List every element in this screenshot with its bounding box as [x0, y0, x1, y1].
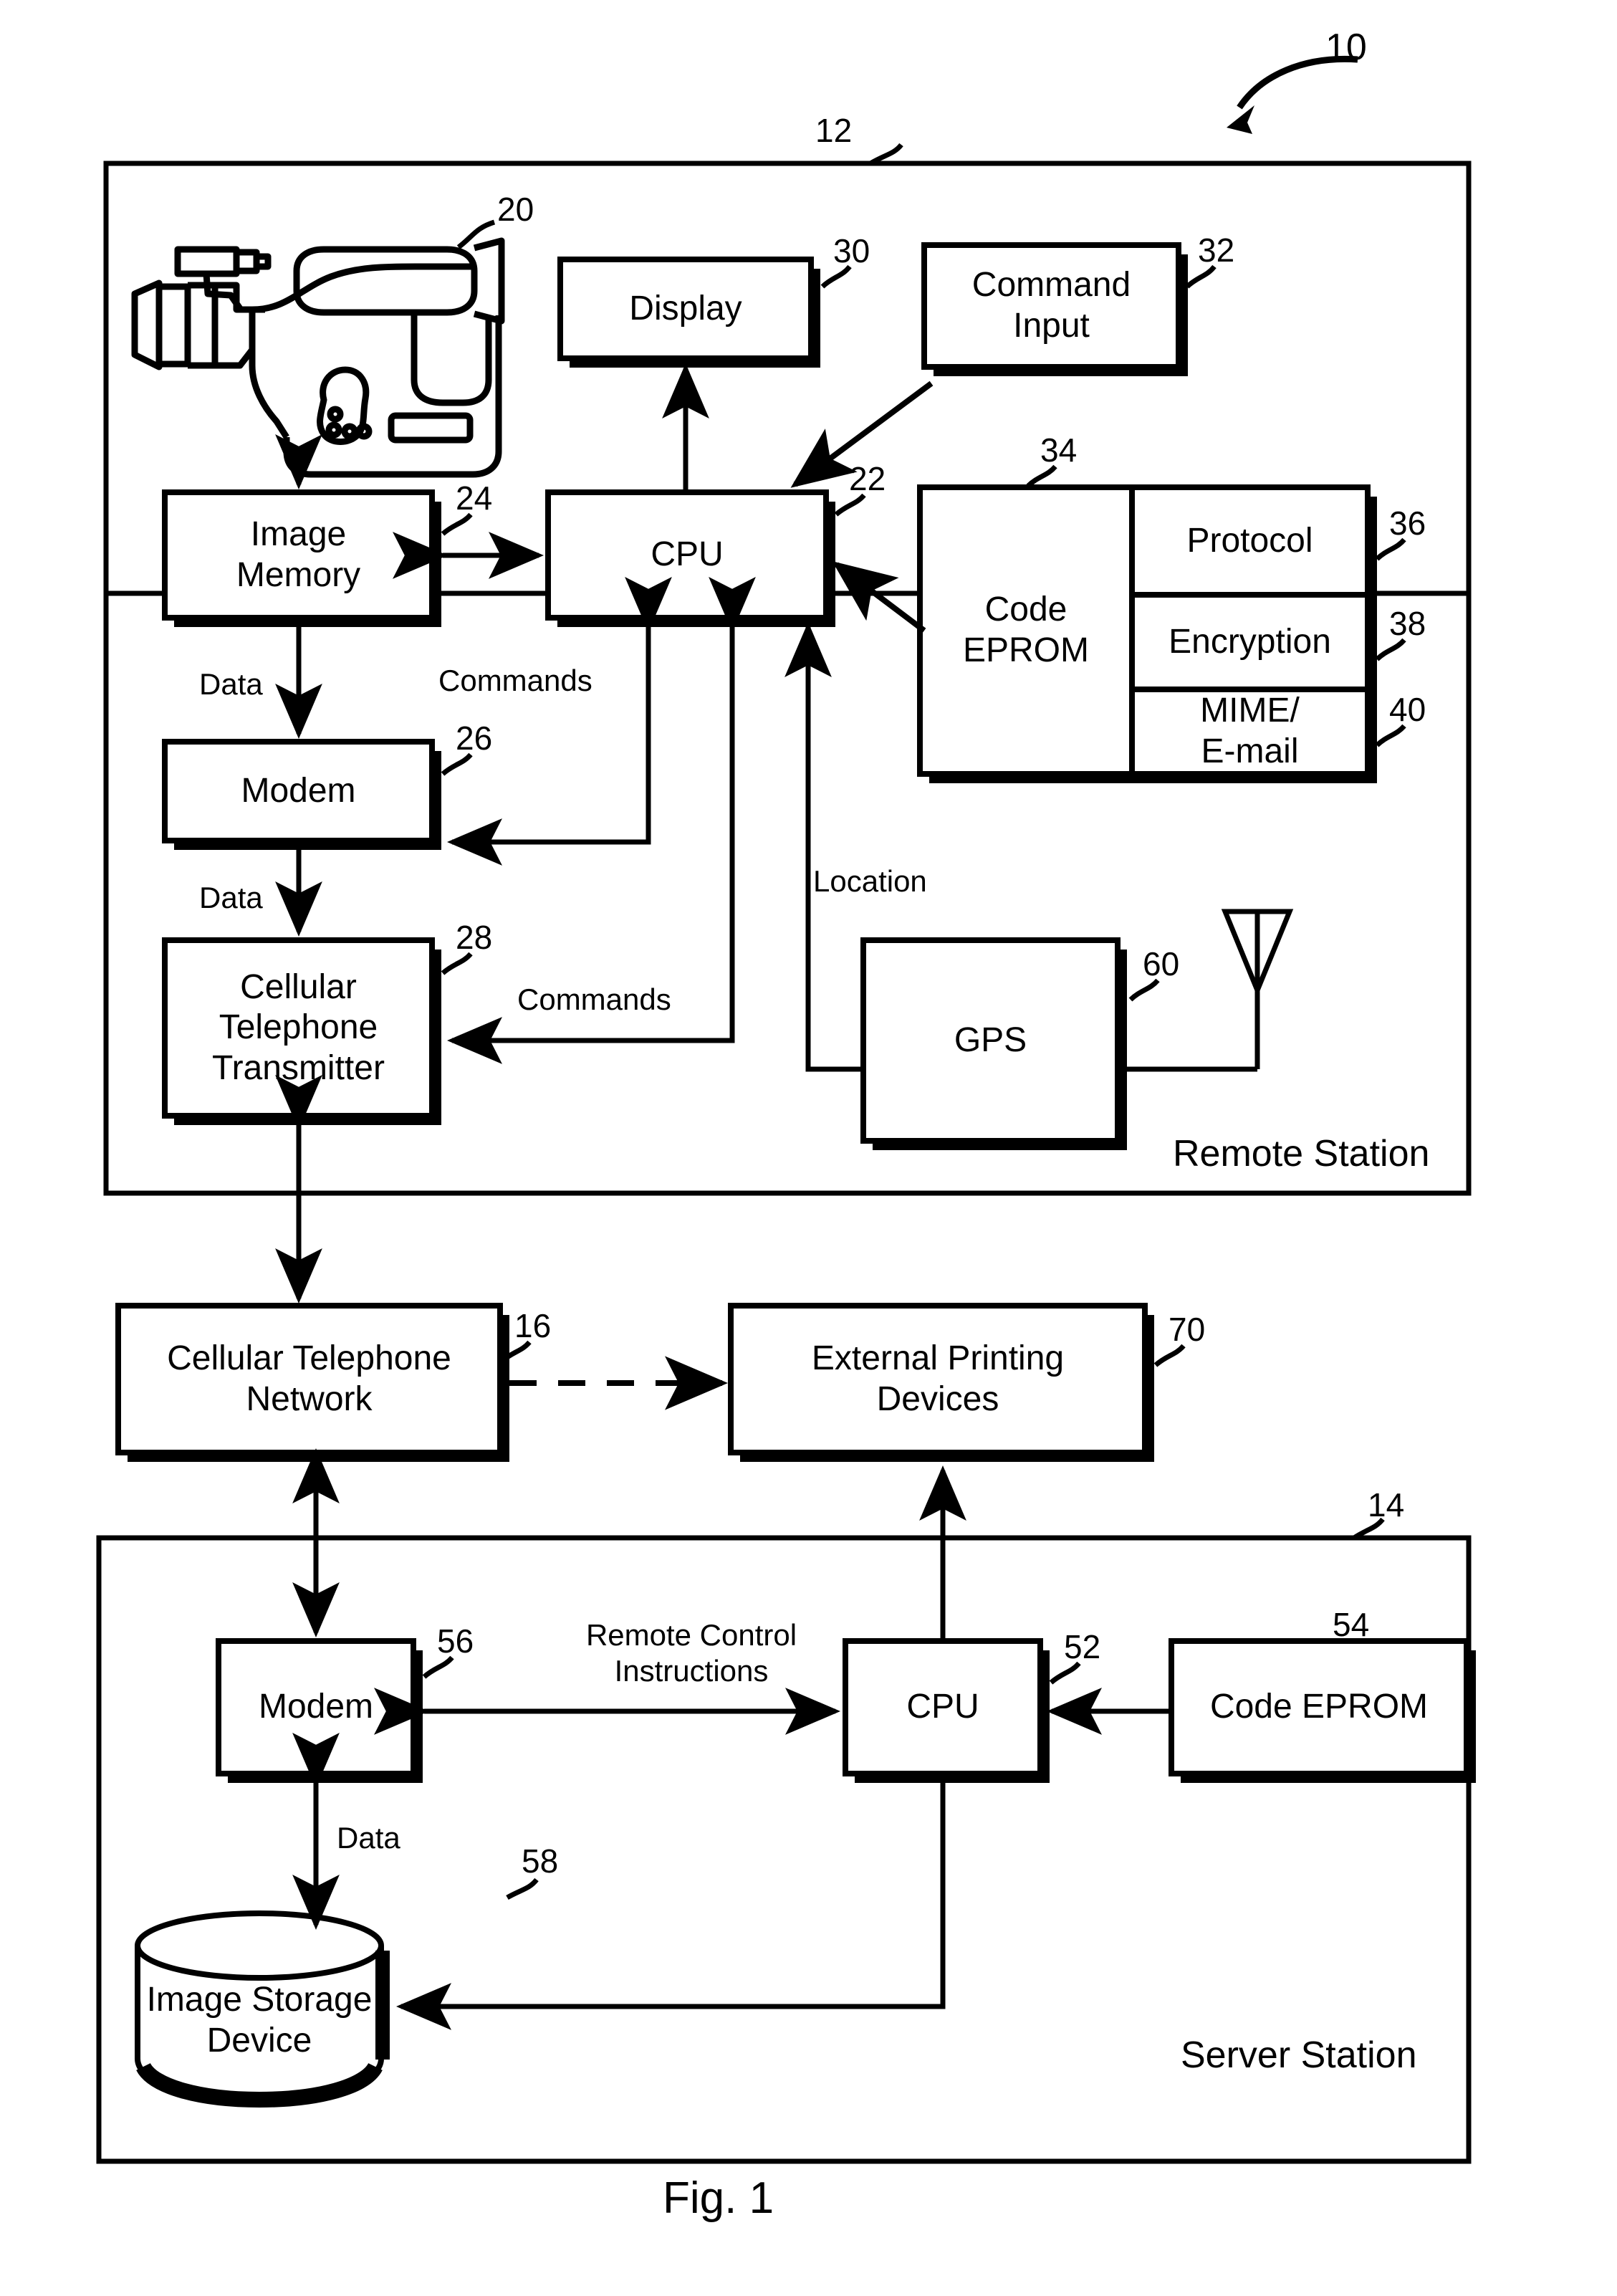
ref-number-56: 56 [437, 1622, 474, 1660]
image-storage-cylinder [135, 1910, 390, 2108]
ref-28-leader [441, 952, 473, 975]
ref-number-16: 16 [514, 1307, 552, 1344]
ref-24-leader [441, 512, 473, 536]
ref-number-28: 28 [456, 919, 493, 956]
patent-figure: External Printing Devices --> Display Co… [0, 0, 1617, 2296]
remote-station-label: Remote Station [1173, 1133, 1430, 1175]
edge-label-data-modem-cell: Data [199, 881, 263, 914]
modem-remote-box [162, 739, 435, 843]
modem-server-box [216, 1638, 416, 1776]
ref-26-leader [441, 752, 473, 776]
ref-number-58: 58 [522, 1842, 559, 1880]
code-eprom-server-box [1169, 1638, 1469, 1776]
ref-32-leader [1185, 264, 1217, 289]
ref-58-leader [506, 1878, 539, 1900]
image-memory-box [162, 489, 435, 621]
cell-network-box [115, 1303, 503, 1455]
command-input-box [921, 242, 1181, 370]
ref-number-70: 70 [1169, 1311, 1206, 1348]
cpu-remote-box [545, 489, 829, 621]
ref-22-leader [834, 493, 866, 517]
ref-number-52: 52 [1064, 1628, 1101, 1665]
ref-number-24: 24 [456, 479, 493, 517]
ref-56-leader [422, 1655, 454, 1679]
cpu-server-box [843, 1638, 1043, 1776]
ref-number-26: 26 [456, 719, 493, 757]
ref-12-leader [869, 143, 903, 166]
edge-label-data-memory-modem: Data [199, 667, 263, 701]
ref-70-leader [1153, 1344, 1186, 1367]
ref-number-40: 40 [1389, 691, 1426, 728]
ref-60-leader [1128, 978, 1160, 1002]
ref-number-10: 10 [1325, 27, 1367, 68]
ref-38-leader [1375, 638, 1406, 661]
camcorder-icon [131, 237, 505, 478]
gps-box [860, 937, 1121, 1144]
link-gps-to-cpu-location [805, 645, 863, 1072]
antenna-icon [1221, 909, 1294, 1069]
ref-number-22: 22 [849, 460, 886, 497]
ref-52-leader [1049, 1661, 1081, 1685]
ref-number-54: 54 [1333, 1606, 1370, 1643]
ref-number-20: 20 [497, 191, 534, 228]
figure-caption: Fig. 1 [663, 2173, 774, 2223]
code-eprom-remote-box [917, 484, 1371, 777]
link-cpuserver-to-storage [396, 1783, 946, 2030]
ref-36-leader [1375, 537, 1406, 561]
ref-number-32: 32 [1198, 231, 1235, 269]
edge-label-remote-control-instructions: Remote Control Instructions [585, 1618, 797, 1688]
ref-number-38: 38 [1389, 605, 1426, 642]
ref-34-leader [1026, 464, 1057, 488]
ref-number-12: 12 [815, 112, 853, 149]
edge-label-data-modem-storage: Data [337, 1821, 400, 1855]
ref-number-14: 14 [1368, 1486, 1405, 1524]
server-station-label: Server Station [1181, 2034, 1417, 2076]
ref-number-30: 30 [833, 232, 870, 269]
ref-number-60: 60 [1143, 945, 1180, 982]
display-box [557, 257, 814, 361]
ref-40-leader [1375, 724, 1406, 747]
external-printing-box [728, 1303, 1148, 1455]
cell-transmitter-box [162, 937, 435, 1119]
edge-label-commands-cpu-cell: Commands [517, 982, 671, 1016]
link-eprom-to-cpu [832, 561, 926, 633]
edge-label-commands-cpu-modem: Commands [438, 664, 592, 697]
edge-label-location: Location [813, 864, 927, 898]
ref-number-34: 34 [1040, 431, 1078, 469]
ref-number-36: 36 [1389, 504, 1426, 542]
